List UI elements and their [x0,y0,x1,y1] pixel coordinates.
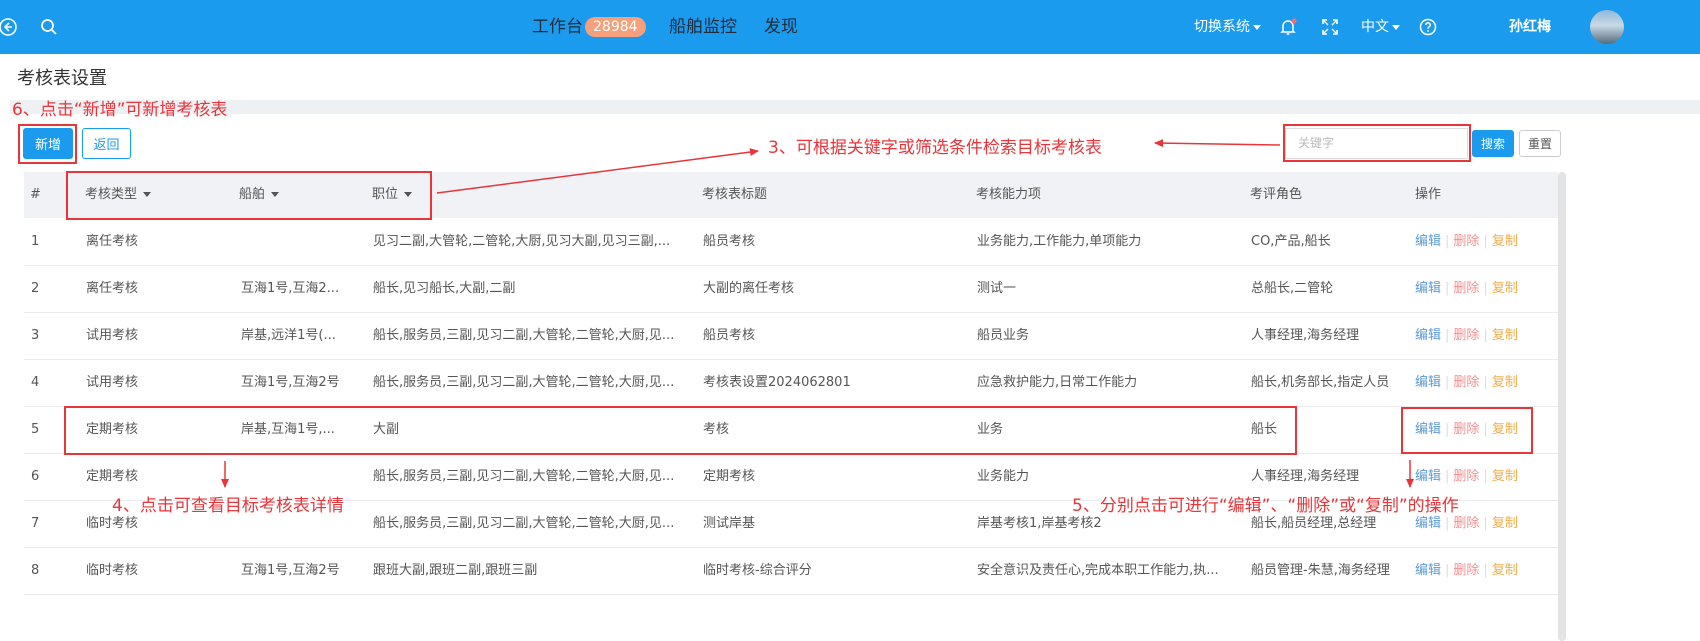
arrow-filter-to-note3 [436,148,759,194]
arrow-search-to-note3 [1154,139,1281,148]
annotation-arrows [221,139,1414,488]
